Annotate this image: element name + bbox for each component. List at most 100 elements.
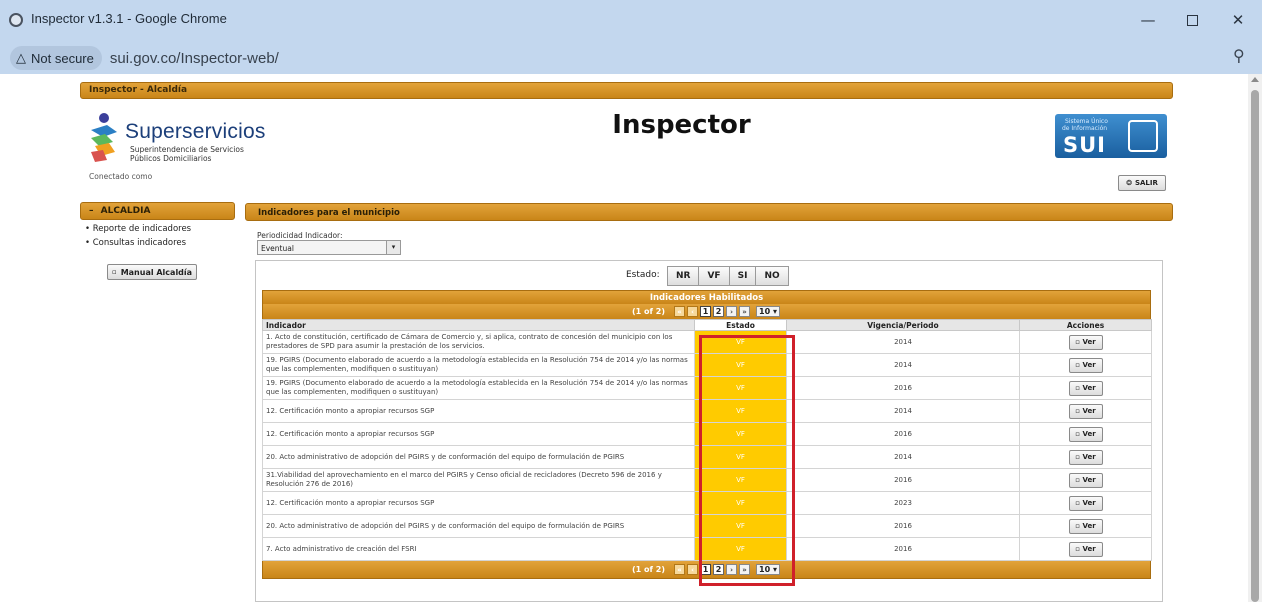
estado-cell: VF <box>694 422 787 446</box>
page-1-button[interactable]: 1 <box>700 564 712 575</box>
periodicity-value: Eventual <box>261 244 294 253</box>
scroll-up-icon[interactable] <box>1251 77 1259 82</box>
table-header-row: Indicador Estado Vigencia/Periodo Accion… <box>262 319 1152 331</box>
rows-per-page-select[interactable]: 10 ▾ <box>756 564 780 575</box>
first-page-icon[interactable]: « <box>674 306 686 317</box>
sui-abbr: SUI <box>1063 133 1106 157</box>
indicador-cell: 12. Certificación monto a apropiar recur… <box>262 422 695 446</box>
indicador-cell: 20. Acto administrativo de adopción del … <box>262 445 695 469</box>
periodicity-select[interactable]: Eventual ▾ <box>257 240 401 255</box>
logo-subtitle-1: Superintendencia de Servicios <box>130 145 244 154</box>
estado-cell: VF <box>694 353 787 377</box>
ver-button[interactable]: ▫ Ver <box>1068 334 1103 350</box>
next-page-icon[interactable]: › <box>726 564 738 575</box>
estado-cell: VF <box>694 491 787 515</box>
table-row: 31.Viabilidad del aprovechamiento en el … <box>262 468 1152 492</box>
table-row: 12. Certificación monto a apropiar recur… <box>262 491 1152 515</box>
last-page-icon[interactable]: » <box>739 306 751 317</box>
page-1-button[interactable]: 1 <box>700 306 712 317</box>
address-bar[interactable]: △ Not secure sui.gov.co/Inspector-web/ <box>10 46 1225 70</box>
last-page-icon[interactable]: » <box>739 564 751 575</box>
sidebar-item-reporte[interactable]: • Reporte de indicadores <box>85 224 191 234</box>
indicador-cell: 12. Certificación monto a apropiar recur… <box>262 399 695 423</box>
indicador-cell: 1. Acto de constitución, certificado de … <box>262 330 695 354</box>
col-estado[interactable]: Estado <box>694 319 787 331</box>
ver-button[interactable]: ▫ Ver <box>1068 426 1103 442</box>
estado-si-button[interactable]: SI <box>729 266 757 286</box>
zoom-icon[interactable]: ⚲ <box>1233 46 1245 65</box>
ver-button[interactable]: ▫ Ver <box>1068 472 1103 488</box>
warning-icon: △ <box>16 50 26 65</box>
url-text[interactable]: sui.gov.co/Inspector-web/ <box>110 50 279 67</box>
manual-button-label: Manual Alcaldía <box>120 267 193 277</box>
indicador-cell: 19. PGIRS (Documento elaborado de acuerd… <box>262 353 695 377</box>
page-2-button[interactable]: 2 <box>713 306 725 317</box>
ver-button[interactable]: ▫ Ver <box>1068 541 1103 557</box>
ver-button[interactable]: ▫ Ver <box>1068 357 1103 373</box>
ver-label: Ver <box>1082 337 1096 346</box>
security-chip[interactable]: △ Not secure <box>10 46 102 70</box>
estado-no-button[interactable]: NO <box>756 266 789 286</box>
ver-button[interactable]: ▫ Ver <box>1068 403 1103 419</box>
vigencia-cell: 2014 <box>786 330 1020 354</box>
sidebar-header[interactable]: – ALCALDIA <box>80 202 235 220</box>
estado-cell: VF <box>694 445 787 469</box>
next-page-icon[interactable]: › <box>726 306 738 317</box>
sidebar: – ALCALDIA • Reporte de indicadores • Co… <box>80 202 235 252</box>
indicador-cell: 19. PGIRS (Documento elaborado de acuerd… <box>262 376 695 400</box>
acciones-cell: ▫ Ver <box>1019 353 1152 377</box>
prev-page-icon[interactable]: ‹ <box>687 306 699 317</box>
col-vigencia[interactable]: Vigencia/Periodo <box>786 319 1020 331</box>
estado-nr-button[interactable]: NR <box>667 266 700 286</box>
table-row: 19. PGIRS (Documento elaborado de acuerd… <box>262 376 1152 400</box>
ver-button[interactable]: ▫ Ver <box>1068 518 1103 534</box>
acciones-cell: ▫ Ver <box>1019 468 1152 492</box>
estado-vf-button[interactable]: VF <box>699 266 730 286</box>
ver-label: Ver <box>1082 406 1096 415</box>
ver-label: Ver <box>1082 383 1096 392</box>
estado-label: Estado: <box>626 270 660 280</box>
manual-alcaldia-button[interactable]: ▫ Manual Alcaldía <box>107 264 197 280</box>
page-2-button[interactable]: 2 <box>713 564 725 575</box>
rows-per-page-select[interactable]: 10 ▾ <box>756 306 780 317</box>
table-row: 1. Acto de constitución, certificado de … <box>262 330 1152 354</box>
indicators-grid: Indicadores Habilitados (1 of 2) « ‹ 1 2… <box>262 290 1152 586</box>
prev-page-icon[interactable]: ‹ <box>687 564 699 575</box>
page-counter: (1 of 2) <box>632 307 666 316</box>
indicador-cell: 20. Acto administrativo de adopción del … <box>262 514 695 538</box>
acciones-cell: ▫ Ver <box>1019 399 1152 423</box>
first-page-icon[interactable]: « <box>674 564 686 575</box>
vigencia-cell: 2014 <box>786 353 1020 377</box>
logout-button[interactable]: ❂ SALIR <box>1118 175 1166 191</box>
bullet-icon: • <box>85 224 93 234</box>
estado-filter: Estado: NR VF SI NO <box>256 266 1162 286</box>
ver-button[interactable]: ▫ Ver <box>1068 449 1103 465</box>
page-scrollbar[interactable] <box>1248 74 1262 602</box>
ver-button[interactable]: ▫ Ver <box>1068 495 1103 511</box>
scrollbar-thumb[interactable] <box>1251 90 1259 602</box>
periodicity-label: Periodicidad Indicador: <box>257 231 343 240</box>
acciones-cell: ▫ Ver <box>1019 376 1152 400</box>
pager-bottom: (1 of 2) « ‹ 1 2 › » 10 ▾ <box>262 561 1151 579</box>
minimize-icon[interactable]: — <box>1126 0 1170 42</box>
chevron-down-icon: ▾ <box>386 241 400 254</box>
inspector-app: Inspector - Alcaldía Superservicios Supe… <box>80 82 1173 602</box>
ver-label: Ver <box>1082 360 1096 369</box>
table-row: 7. Acto administrativo de creación del F… <box>262 537 1152 561</box>
col-indicador[interactable]: Indicador <box>262 319 695 331</box>
vigencia-cell: 2014 <box>786 445 1020 469</box>
bullet-icon: • <box>85 238 93 248</box>
estado-cell: VF <box>694 376 787 400</box>
vigencia-cell: 2016 <box>786 468 1020 492</box>
ver-label: Ver <box>1082 429 1096 438</box>
ver-button[interactable]: ▫ Ver <box>1068 380 1103 396</box>
document-icon: ▫ <box>111 268 117 276</box>
acciones-cell: ▫ Ver <box>1019 330 1152 354</box>
maximize-icon[interactable] <box>1170 0 1214 42</box>
close-icon[interactable]: ✕ <box>1216 0 1260 42</box>
rows-per-page-value: 10 <box>759 307 771 316</box>
ver-label: Ver <box>1082 475 1096 484</box>
acciones-cell: ▫ Ver <box>1019 422 1152 446</box>
grid-title: Indicadores Habilitados <box>262 290 1151 304</box>
sidebar-item-consultas[interactable]: • Consultas indicadores <box>85 238 186 248</box>
